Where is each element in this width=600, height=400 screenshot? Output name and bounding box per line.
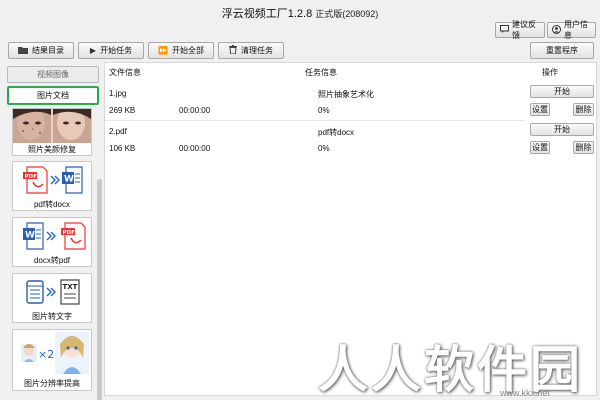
elapsed-time: 00:00:00 [179,106,211,115]
clear-tasks-button[interactable]: 清理任务 [218,42,284,59]
row-settings-button[interactable]: 设置 [530,103,550,116]
file-name: 2.pdf [109,127,127,136]
tool-pdf-to-docx[interactable]: PDF W pdf转docx [12,161,92,211]
task-name: 照片抽象艺术化 [318,90,374,99]
photo-retouch-icon [13,109,91,143]
row-delete-button[interactable]: 删除 [573,141,594,154]
table-row: 1.jpg 照片抽象艺术化 开始 269 KB 00:00:00 0% 设置 删… [105,83,596,119]
image-to-text-icon: TXT [13,274,91,310]
tab-image-docs[interactable]: 图片文档 [7,86,99,105]
row-delete-button[interactable]: 删除 [573,103,594,116]
folder-icon [18,46,28,56]
tool-docx-to-pdf[interactable]: W PDF docx转pdf [12,217,92,267]
row-delete-label: 删除 [575,105,592,114]
tab-video-image-label: 视频图像 [37,70,69,79]
watermark-url: www.kkx.net [500,388,551,398]
title-bar: 浮云视频工厂1.2.8 正式版(208092) [0,0,600,22]
svg-text:×2: ×2 [38,348,54,361]
row-start-button[interactable]: 开始 [530,123,594,136]
toolbar: 结果目录 ▶ 开始任务 ⏩ 开始全部 清理任务 重置程序 [0,42,600,60]
tool-photo-retouch[interactable]: 照片美颜修复 [12,108,92,156]
start-task-label: 开始任务 [100,46,133,55]
result-dir-label: 结果目录 [32,46,64,55]
play-icon: ▶ [89,46,97,55]
row-settings-label: 设置 [532,143,548,152]
window-title: 浮云视频工厂1.2.8 正式版(208092) [0,5,600,21]
restart-label: 重置程序 [546,46,578,55]
task-progress: 0% [318,144,330,153]
row-delete-label: 删除 [575,143,592,152]
svg-text:TXT: TXT [63,283,78,291]
user-info-button[interactable]: 用户信息 [547,20,596,40]
start-all-label: 开始全部 [171,46,204,55]
file-size: 269 KB [109,106,136,115]
column-header-file: 文件信息 [109,68,141,77]
user-icon [552,24,561,36]
svg-text:W: W [64,175,74,185]
tool-upscale[interactable]: ×2 图片分辨率提高 [12,329,92,391]
task-name: pdf转docx [318,128,355,137]
svg-text:PDF: PDF [63,230,76,236]
feedback-icon [500,25,509,35]
column-header-action: 操作 [542,68,558,77]
svg-text:W: W [25,231,35,241]
word-to-pdf-icon: W PDF [13,218,91,254]
upscale-icon: ×2 [13,330,91,376]
tool-image-to-text-label: 图片转文字 [32,312,72,321]
tab-image-docs-label: 图片文档 [37,91,69,100]
result-dir-button[interactable]: 结果目录 [8,42,74,59]
table-row: 2.pdf pdf转docx 开始 106 KB 00:00:00 0% 设置 … [105,121,596,157]
file-size: 106 KB [109,144,136,153]
column-header-task: 任务信息 [305,68,337,77]
clear-tasks-label: 清理任务 [241,46,273,55]
sidebar: 视频图像 图片文档 照片美颜修复 PDF W pdf转docx W PDF do… [5,64,102,400]
task-progress: 0% [318,106,330,115]
feedback-label: 建议反馈 [512,20,536,40]
pdf-to-word-icon: PDF W [13,162,91,198]
row-start-button[interactable]: 开始 [530,85,594,98]
start-all-button[interactable]: ⏩ 开始全部 [148,42,214,59]
restart-button[interactable]: 重置程序 [530,42,594,59]
feedback-button[interactable]: 建议反馈 [495,20,545,40]
fast-forward-icon: ⏩ [158,46,168,55]
trash-icon [229,45,237,56]
window-title-main: 浮云视频工厂1.2.8 [221,8,313,20]
window-title-version: 正式版(208092) [315,9,379,19]
tool-docx-to-pdf-label: docx转pdf [33,256,71,265]
user-info-label: 用户信息 [564,20,588,40]
tool-photo-retouch-label: 照片美颜修复 [28,145,76,154]
file-name: 1.jpg [109,89,127,98]
tool-pdf-to-docx-label: pdf转docx [33,200,71,209]
row-start-label: 开始 [554,87,570,96]
tool-image-to-text[interactable]: TXT 图片转文字 [12,273,92,323]
tab-video-image[interactable]: 视频图像 [7,66,99,83]
sidebar-scrollbar[interactable] [97,179,102,400]
row-start-label: 开始 [554,125,570,134]
tool-upscale-label: 图片分辨率提高 [24,379,80,388]
row-settings-label: 设置 [532,105,548,114]
svg-text:PDF: PDF [25,174,38,180]
start-task-button[interactable]: ▶ 开始任务 [78,42,144,59]
row-settings-button[interactable]: 设置 [530,141,550,154]
elapsed-time: 00:00:00 [179,144,211,153]
